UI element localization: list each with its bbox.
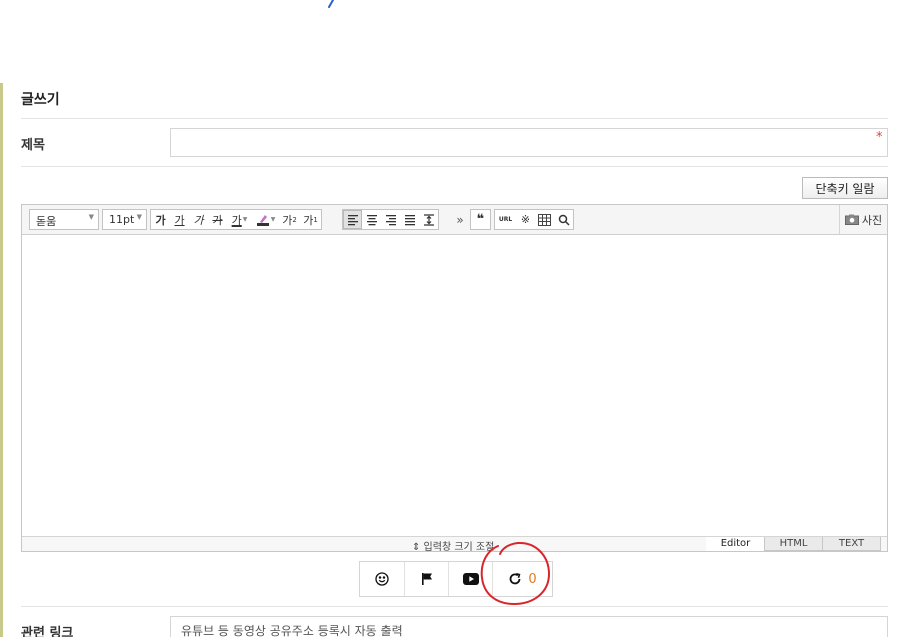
page-title: 글쓰기 bbox=[21, 92, 60, 108]
align-right-icon bbox=[385, 214, 396, 225]
more-tools-button[interactable]: » bbox=[450, 209, 470, 230]
table-icon bbox=[538, 213, 551, 226]
related-link-input[interactable] bbox=[170, 616, 888, 637]
required-mark: * bbox=[876, 130, 883, 145]
chevron-down-icon: ▼ bbox=[136, 213, 142, 221]
photo-upload-button[interactable]: 사진 bbox=[839, 205, 887, 234]
divider bbox=[21, 166, 888, 167]
text-format-group: 가 가 가 가 가 ▼ ▼ 가2 가1 bbox=[150, 209, 322, 230]
subscript-button[interactable]: 가1 bbox=[300, 210, 321, 229]
magnifier-icon bbox=[558, 214, 570, 226]
align-justify-button[interactable] bbox=[400, 210, 419, 229]
editor-mode-tabs: Editor HTML TEXT bbox=[706, 537, 881, 551]
highlight-color-button[interactable]: ▼ bbox=[252, 210, 279, 229]
url-button[interactable]: URL bbox=[495, 210, 516, 229]
subject-label: 제목 bbox=[21, 138, 45, 153]
superscript-button[interactable]: 가2 bbox=[279, 210, 300, 229]
photo-label: 사진 bbox=[861, 213, 883, 227]
divider bbox=[21, 118, 888, 119]
line-height-button[interactable] bbox=[419, 210, 438, 229]
bold-button[interactable]: 가 bbox=[151, 210, 170, 229]
attachment-actions: 0 bbox=[359, 561, 553, 597]
double-chevron-right-icon: » bbox=[456, 212, 464, 227]
divider bbox=[21, 606, 888, 607]
align-group bbox=[342, 209, 439, 230]
highlighter-icon bbox=[256, 214, 269, 226]
align-center-icon bbox=[366, 214, 377, 225]
flag-icon bbox=[421, 573, 432, 585]
editor-content-area[interactable] bbox=[22, 236, 887, 536]
refresh-count: 0 bbox=[528, 571, 537, 587]
align-justify-icon bbox=[404, 214, 415, 225]
insert-group: URL ※ bbox=[494, 209, 574, 230]
smiley-icon bbox=[375, 572, 389, 586]
font-family-value: 돋움 bbox=[36, 215, 57, 228]
flag-button[interactable] bbox=[404, 562, 448, 596]
quote-group: ❝ bbox=[470, 209, 491, 230]
chevron-down-icon: ▼ bbox=[88, 213, 94, 221]
refresh-button[interactable]: 0 bbox=[492, 562, 552, 596]
font-size-select[interactable]: 11pt ▼ bbox=[102, 209, 147, 230]
resize-label: ⇕ 입력창 크기 조절 bbox=[412, 542, 495, 553]
quote-icon: ❝ bbox=[476, 212, 485, 227]
editor-resize-handle[interactable]: ⇕ 입력창 크기 조절 Editor HTML TEXT bbox=[22, 536, 887, 553]
editor-toolbar: 돋움 ▼ 11pt ▼ 가 가 가 가 가 ▼ ▼ 가2 가1 » ❝ URL … bbox=[22, 205, 887, 235]
font-family-select[interactable]: 돋움 ▼ bbox=[29, 209, 99, 230]
find-button[interactable] bbox=[554, 210, 573, 229]
related-link-label: 관련 링크 bbox=[21, 626, 74, 637]
youtube-icon bbox=[462, 573, 479, 585]
rich-text-editor: 돋움 ▼ 11pt ▼ 가 가 가 가 가 ▼ ▼ 가2 가1 » ❝ URL … bbox=[21, 204, 888, 553]
align-left-icon bbox=[347, 214, 358, 225]
font-size-value: 11pt bbox=[109, 213, 135, 226]
left-accent-bar bbox=[0, 83, 3, 637]
align-right-button[interactable] bbox=[381, 210, 400, 229]
asterism-icon: ※ bbox=[520, 213, 531, 226]
subject-input[interactable] bbox=[170, 128, 888, 157]
italic-button[interactable]: 가 bbox=[189, 210, 208, 229]
chevron-down-icon: ▼ bbox=[242, 216, 248, 223]
strikethrough-button[interactable]: 가 bbox=[208, 210, 227, 229]
chevron-down-icon: ▼ bbox=[270, 216, 276, 223]
align-left-button[interactable] bbox=[343, 210, 362, 229]
tab-editor[interactable]: Editor bbox=[706, 537, 765, 551]
tab-html[interactable]: HTML bbox=[764, 537, 823, 551]
underline-button[interactable]: 가 bbox=[170, 210, 189, 229]
align-center-button[interactable] bbox=[362, 210, 381, 229]
line-height-icon bbox=[423, 213, 434, 226]
table-button[interactable] bbox=[535, 210, 554, 229]
refresh-icon bbox=[509, 573, 521, 585]
quote-button[interactable]: ❝ bbox=[471, 210, 490, 229]
shortcut-list-button[interactable]: 단축키 일람 bbox=[802, 177, 888, 199]
camera-icon bbox=[844, 214, 859, 225]
special-char-button[interactable]: ※ bbox=[516, 210, 535, 229]
decorative-mark bbox=[328, 0, 334, 8]
tab-text[interactable]: TEXT bbox=[822, 537, 881, 551]
font-color-button[interactable]: 가 ▼ bbox=[227, 210, 252, 229]
youtube-button[interactable] bbox=[448, 562, 492, 596]
emoticon-button[interactable] bbox=[360, 562, 404, 596]
